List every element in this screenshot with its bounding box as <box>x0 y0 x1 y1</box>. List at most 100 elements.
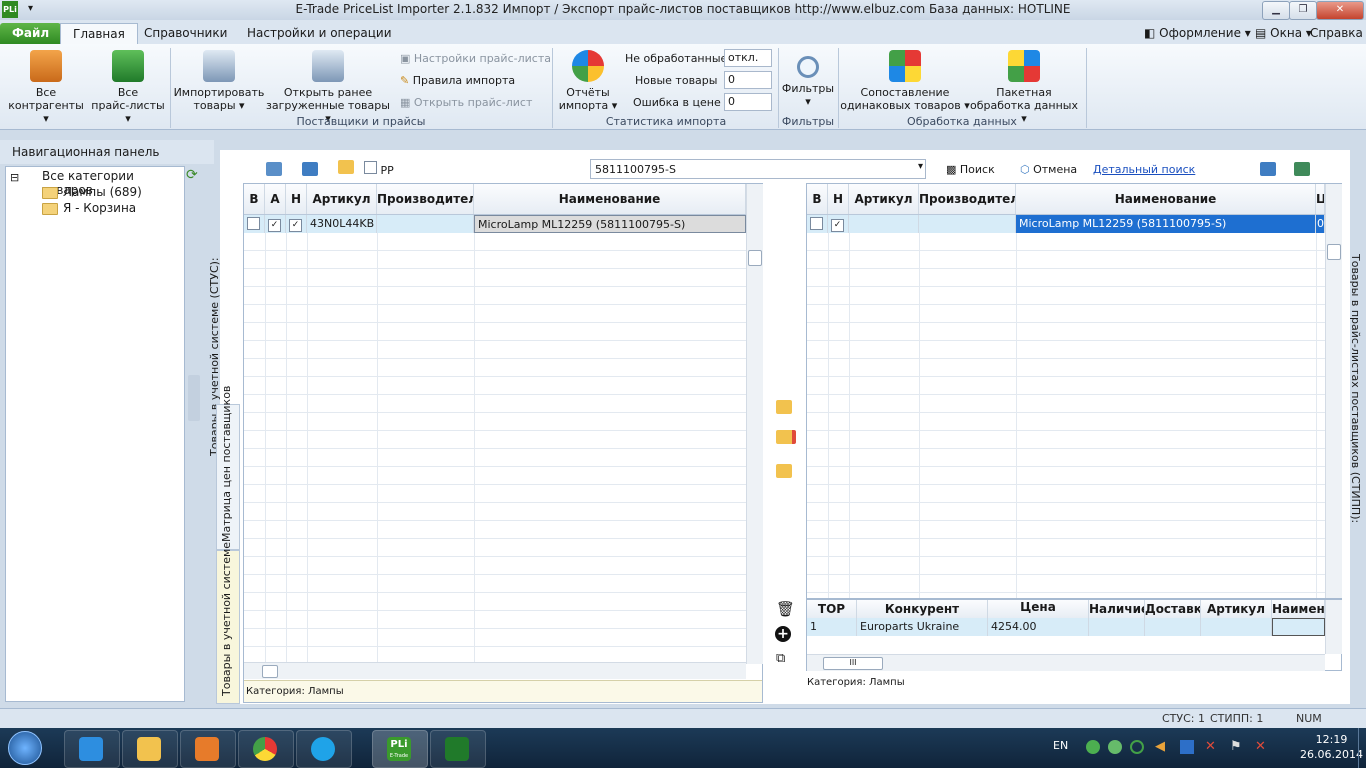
col-name[interactable]: Наименование <box>474 184 746 214</box>
cancel-button[interactable]: ⬡ Отмена <box>1020 163 1077 176</box>
filters-button[interactable]: Фильтры ▾ <box>780 50 836 108</box>
pricelist-settings-button[interactable]: ▣ Настройки прайс-листа <box>400 52 551 65</box>
close-button[interactable]: ✕ <box>1316 1 1364 20</box>
competitor-hscrollbar[interactable]: III <box>807 654 1325 671</box>
table-row[interactable]: ✓ ✓ 43N0L44KB MicroLamp ML12259 (5811100… <box>244 215 746 233</box>
table-row[interactable]: 1 Europarts Ukraine 4254.00 <box>807 618 1325 636</box>
col-name[interactable]: Наименс <box>1272 600 1325 618</box>
left-vscrollbar[interactable] <box>746 184 763 664</box>
sort-icon[interactable] <box>302 162 318 176</box>
col-maker[interactable]: Производитель <box>919 184 1016 214</box>
tree-item-lamps[interactable]: Лампы (689) <box>42 185 142 199</box>
col-article[interactable]: Артикул <box>1201 600 1272 618</box>
search-button[interactable]: ▩ Поиск <box>946 163 995 176</box>
refresh-icon[interactable]: ⟳ <box>186 167 198 183</box>
pp-checkbox[interactable]: PP <box>364 161 394 177</box>
open-folder-icon[interactable] <box>338 160 354 174</box>
col-maker[interactable]: Производитель <box>377 184 474 214</box>
col-competitor[interactable]: Конкурент <box>857 600 988 618</box>
folder-up-icon[interactable] <box>776 400 792 414</box>
show-desktop-button[interactable] <box>1358 728 1366 768</box>
col-availability[interactable]: Наличие <box>1089 600 1145 618</box>
sort-icon[interactable] <box>1260 162 1276 176</box>
taskbar-pli[interactable]: PLi E-Trade <box>372 730 428 768</box>
export-icon[interactable] <box>266 162 282 176</box>
tab-settings[interactable]: Настройки и операции <box>235 23 404 44</box>
splitter-handle[interactable] <box>188 375 200 421</box>
col-top[interactable]: TOP <box>807 600 857 618</box>
trash-icon[interactable]: 🗑 <box>776 600 795 618</box>
language-indicator[interactable]: EN <box>1053 739 1068 752</box>
import-rules-button[interactable]: ✎ Правила импорта <box>400 74 515 87</box>
all-counterparties-button[interactable]: Все контрагенты ▾ <box>4 50 88 125</box>
taskbar-media[interactable] <box>180 730 236 768</box>
col-article[interactable]: Артикул <box>307 184 377 214</box>
row-n-checkbox[interactable]: ✓ <box>289 219 302 232</box>
col-name[interactable]: Наименование <box>1016 184 1316 214</box>
menu-appearance[interactable]: ◧ Оформление ▾ <box>1144 26 1251 40</box>
col-price[interactable]: Цена <box>988 600 1089 618</box>
clock[interactable]: 12:19 26.06.2014 <box>1300 733 1363 761</box>
row-n-checkbox[interactable]: ✓ <box>831 219 844 232</box>
taskbar-excel[interactable] <box>430 730 486 768</box>
detailed-search-link[interactable]: Детальный поиск <box>1093 163 1195 176</box>
left-hscrollbar[interactable] <box>244 662 746 679</box>
export-icon[interactable] <box>1294 162 1310 176</box>
row-b-checkbox[interactable] <box>247 217 260 230</box>
right-vscroll-thumb[interactable] <box>1327 244 1341 260</box>
start-button[interactable] <box>8 731 42 765</box>
col-b[interactable]: В <box>807 184 828 214</box>
open-pricelist-button[interactable]: ▦ Открыть прайс-лист <box>400 96 532 109</box>
col-n[interactable]: Н <box>828 184 849 214</box>
action-center-icon[interactable]: ⚑ <box>1230 739 1242 754</box>
network-icon[interactable]: ✕ <box>1205 739 1216 754</box>
col-b[interactable]: В <box>244 184 265 214</box>
chevron-down-icon[interactable]: ▾ <box>918 161 923 172</box>
tray-app-icon[interactable] <box>1086 740 1100 754</box>
book-icon[interactable]: ⧉ <box>776 651 785 666</box>
match-goods-button[interactable]: Сопоставление одинаковых товаров ▾ <box>840 50 970 112</box>
col-article[interactable]: Артикул <box>849 184 919 214</box>
rubiks-cube-icon <box>1008 50 1040 82</box>
battery-icon[interactable]: ✕ <box>1255 739 1266 754</box>
import-goods-button[interactable]: Импортировать товары ▾ <box>172 50 266 112</box>
volume-icon[interactable]: ◀ <box>1155 739 1165 754</box>
all-pricelists-button[interactable]: Все прайс-листы ▾ <box>88 50 168 125</box>
tab-references[interactable]: Справочники <box>132 23 239 44</box>
status-stus: СТУС: 1 <box>1162 712 1205 725</box>
open-loaded-goods-button[interactable]: Открыть ранее загруженные товары ▾ <box>264 50 392 125</box>
folder-search-icon[interactable] <box>776 464 792 478</box>
taskbar-chrome[interactable] <box>238 730 294 768</box>
taskbar-ie[interactable] <box>64 730 120 768</box>
minimize-button[interactable]: ▁ <box>1262 1 1290 20</box>
competitor-vscrollbar[interactable] <box>1325 600 1342 654</box>
batch-processing-button[interactable]: Пакетная обработка данных ▾ <box>966 50 1082 125</box>
search-input[interactable]: 5811100795-S <box>595 163 676 176</box>
tab-file[interactable]: Файл <box>0 23 62 44</box>
tree-item-basket[interactable]: Я - Корзина <box>42 201 136 215</box>
row-b-checkbox[interactable] <box>810 217 823 230</box>
taskbar-explorer[interactable] <box>122 730 178 768</box>
taskbar-skype[interactable] <box>296 730 352 768</box>
col-a[interactable]: А <box>265 184 286 214</box>
competitor-hscroll-thumb[interactable]: III <box>823 657 883 670</box>
tray-app-icon[interactable] <box>1108 740 1122 754</box>
tab-home[interactable]: Главная <box>60 23 138 45</box>
folder-remove-icon[interactable] <box>776 430 796 444</box>
left-vscroll-thumb[interactable] <box>748 250 762 266</box>
right-vscrollbar[interactable] <box>1325 184 1342 598</box>
table-row[interactable]: ✓ MicroLamp ML12259 (5811100795-S) 0 <box>807 215 1325 233</box>
tray-app-icon[interactable] <box>1180 740 1194 754</box>
tree-collapse-icon[interactable]: ⊟ <box>10 171 19 184</box>
left-hscroll-thumb[interactable] <box>262 665 278 678</box>
col-delivery[interactable]: Доставка <box>1145 600 1201 618</box>
row-a-checkbox[interactable]: ✓ <box>268 219 281 232</box>
menu-windows[interactable]: ▤ Окна ▾ <box>1255 26 1312 40</box>
maximize-button[interactable]: ❐ <box>1289 1 1317 20</box>
tray-app-icon[interactable] <box>1130 740 1144 754</box>
col-price[interactable]: Ц <box>1316 184 1325 214</box>
col-n[interactable]: Н <box>286 184 307 214</box>
search-combo[interactable]: 5811100795-S ▾ <box>590 159 926 179</box>
add-icon[interactable]: + <box>775 626 791 642</box>
import-reports-button[interactable]: Отчёты импорта ▾ <box>556 50 620 112</box>
